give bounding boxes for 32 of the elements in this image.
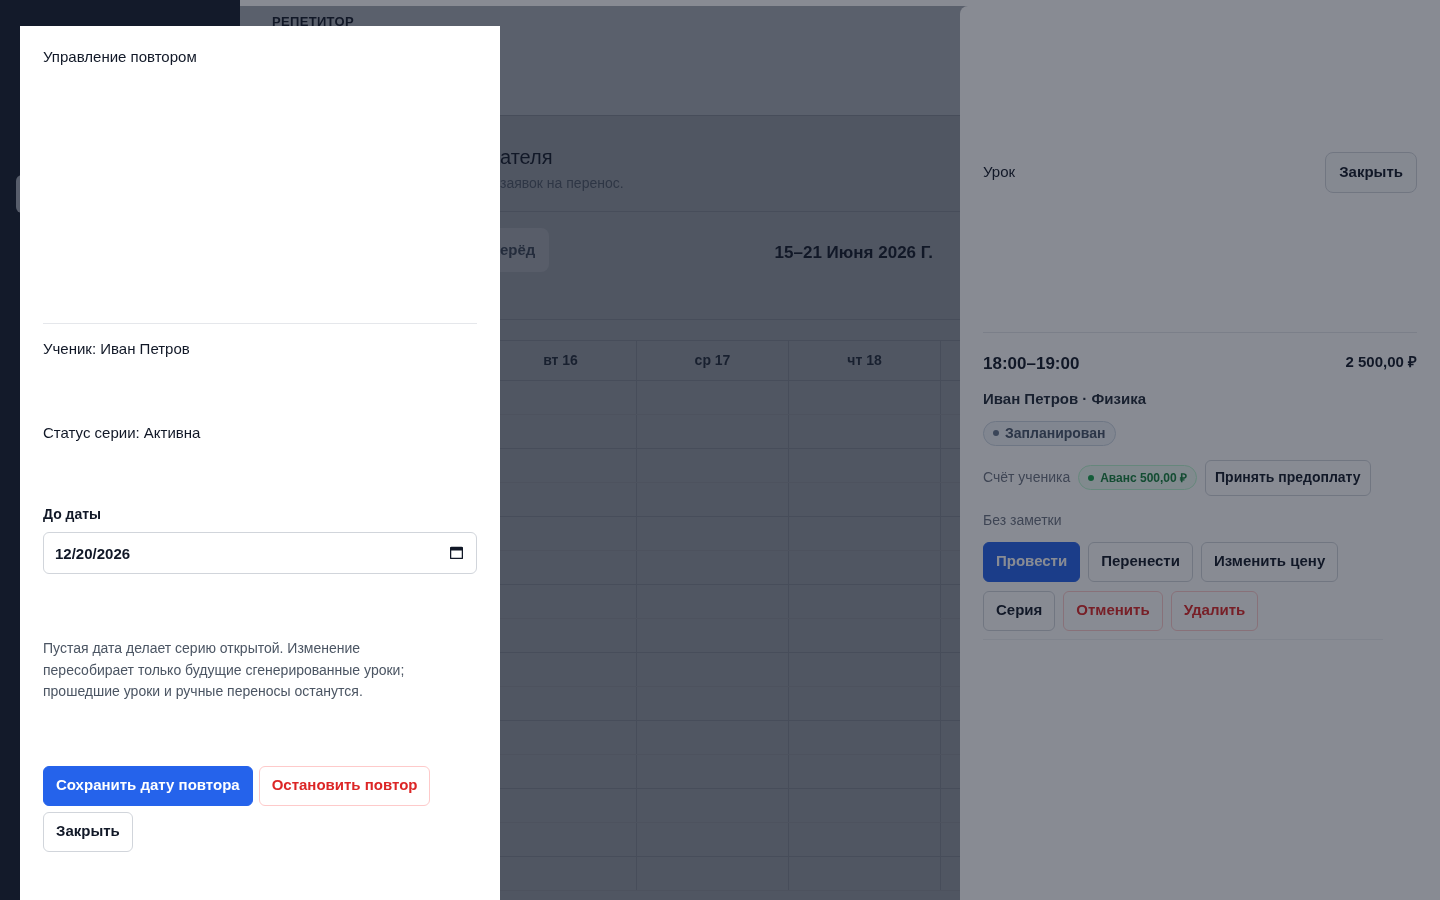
student-info: Ученик: Иван Петров: [43, 340, 190, 357]
date-label: До даты: [43, 506, 102, 522]
week-range: 15–21 Июня 2026 Г.: [774, 242, 933, 264]
action-button[interactable]: Удалить: [1170, 590, 1259, 631]
action-button[interactable]: Провести: [983, 541, 1081, 582]
action-button[interactable]: Перенести: [1088, 541, 1193, 582]
date-field[interactable]: 12/20/2026: [43, 532, 477, 574]
brand-label: РЕПЕТИТОР: [272, 15, 354, 29]
student-subject: Иван Петров · Физика: [983, 389, 1147, 407]
day-header: ср 17: [694, 351, 731, 370]
status-badge: Запланирован: [983, 420, 1116, 446]
prepay-button[interactable]: Принять предоплату: [1205, 459, 1371, 496]
page-heading: ателя: [500, 145, 553, 170]
action-button[interactable]: Изменить цену: [1200, 541, 1339, 582]
action-button[interactable]: Серия: [983, 590, 1056, 631]
save-button[interactable]: Сохранить дату повтора: [43, 765, 253, 806]
action-button[interactable]: Отменить: [1063, 590, 1163, 631]
lesson-price: 2 500,00 ₽: [1345, 352, 1417, 372]
balance-badge: Аванс 500,00 ₽: [1078, 465, 1198, 490]
panel-title: Урок: [983, 162, 1016, 183]
day-header: чт 18: [847, 351, 882, 370]
calendar-icon[interactable]: [450, 546, 463, 559]
help-text: Пустая дата делает серию открытой. Изменение пересобирает только будущие сгенерированные уроки; прошедшие уроки и ручные переносы останутся.: [43, 639, 406, 701]
day-header: вт 16: [543, 351, 578, 370]
close-button[interactable]: Закрыть: [1325, 152, 1417, 193]
account-label: Счёт ученика: [983, 468, 1071, 487]
series-status: Статус серии: Активна: [43, 424, 201, 441]
lesson-time: 18:00–19:00: [983, 353, 1080, 375]
dialog-title: Управление повтором: [43, 48, 197, 65]
lesson-note: Без заметки: [983, 511, 1062, 528]
stop-button[interactable]: Остановить повтор: [258, 765, 431, 806]
close-button[interactable]: Закрыть: [43, 811, 133, 852]
